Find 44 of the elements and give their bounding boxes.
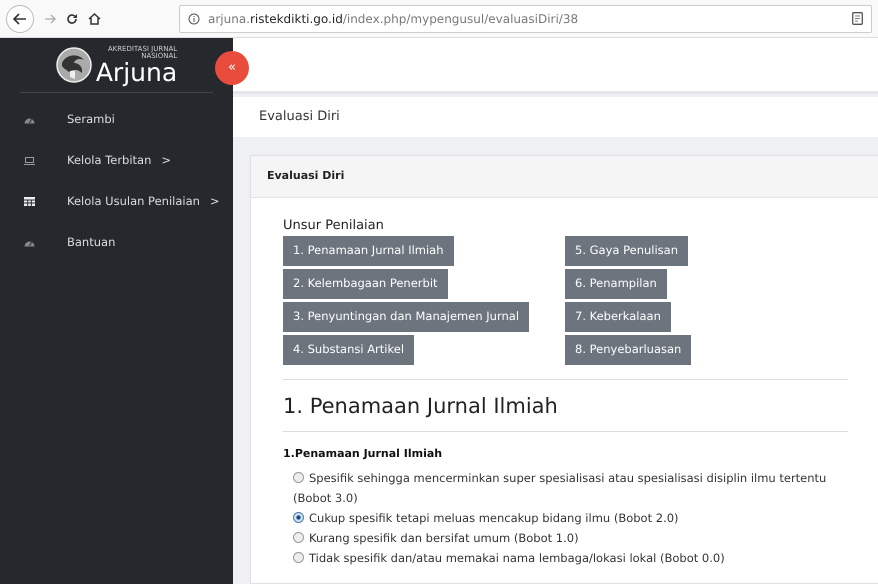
option-label[interactable]: Kurang spesifik dan bersifat umum (Bobot 1.0) [293,528,848,548]
chevron-icon: > [210,192,220,210]
logo-title: Arjuna [96,60,178,84]
criteria-button[interactable]: 5. Gaya Penulisan [565,236,688,266]
criteria-button[interactable]: 6. Penampilan [565,268,667,298]
option-label[interactable]: Tidak spesifik dan/atau memakai nama lembaga/lokasi lokal (Bobot 0.0) [293,548,848,568]
reload-icon[interactable] [66,12,78,24]
radio-button[interactable] [293,532,304,544]
card-title: Evaluasi Diri [267,168,344,184]
sidebar-label: Kelola Terbitan [67,152,152,169]
url-text: arjuna.ristekdikti.go.id/index.php/mypengusul/evaluasiDiri/38 [208,10,578,28]
home-icon[interactable] [88,12,101,24]
collapse-button[interactable]: « [215,51,249,85]
address-bar[interactable]: arjuna.ristekdikti.go.id/index.php/mypengusul/evaluasiDiri/38 [179,4,872,32]
criteria-button[interactable]: 4. Substansi Artikel [283,334,414,364]
criteria-button[interactable]: 1. Penamaan Jurnal Ilmiah [283,236,454,266]
criteria-button[interactable]: 8. Penyebarluasan [565,334,692,364]
sidebar-item[interactable]: Kelola Usulan Penilaian > [0,181,233,222]
section-heading: 1. Penamaan Jurnal Ilmiah [283,394,559,419]
sidebar-item[interactable]: Bantuan [0,222,233,263]
back-icon [13,12,27,24]
sidebar-label: Bantuan [67,234,116,251]
radio-button[interactable] [293,472,304,484]
back-button[interactable] [6,4,34,32]
criteria-button[interactable]: 2. Kelembagaan Penerbit [283,268,448,298]
sidebar-item[interactable]: Serambi [0,99,233,140]
criteria-button[interactable]: 3. Penyuntingan dan Manajemen Jurnal [283,302,530,332]
sidebar-item[interactable]: Kelola Terbitan > [0,140,233,181]
option-label[interactable]: Spesifik sehingga mencerminkan super spesialisasi atau spesialisasi disiplin ilmu tertentu (Bobot 3.0) [293,468,848,508]
reader-icon[interactable] [852,12,863,25]
radio-button[interactable] [293,512,304,524]
radio-button[interactable] [293,552,304,564]
info-icon [188,12,200,24]
table-icon [24,197,35,206]
sidebar-label: Serambi [67,110,115,128]
section-label: Unsur Penilaian [283,217,385,235]
logo-icon [56,47,92,83]
sidebar-label: Kelola Usulan Penilaian [67,192,200,210]
laptop-icon [24,156,35,164]
chevron-icon: > [161,152,172,170]
page-title: Evaluasi Diri [259,108,340,126]
criteria-button[interactable]: 7. Keberkalaan [565,302,671,332]
option-label[interactable]: Cukup spesifik tetapi meluas mencakup bidang ilmu (Bobot 2.0) [293,508,848,528]
question-title: 1.Penamaan Jurnal Ilmiah [283,446,444,462]
